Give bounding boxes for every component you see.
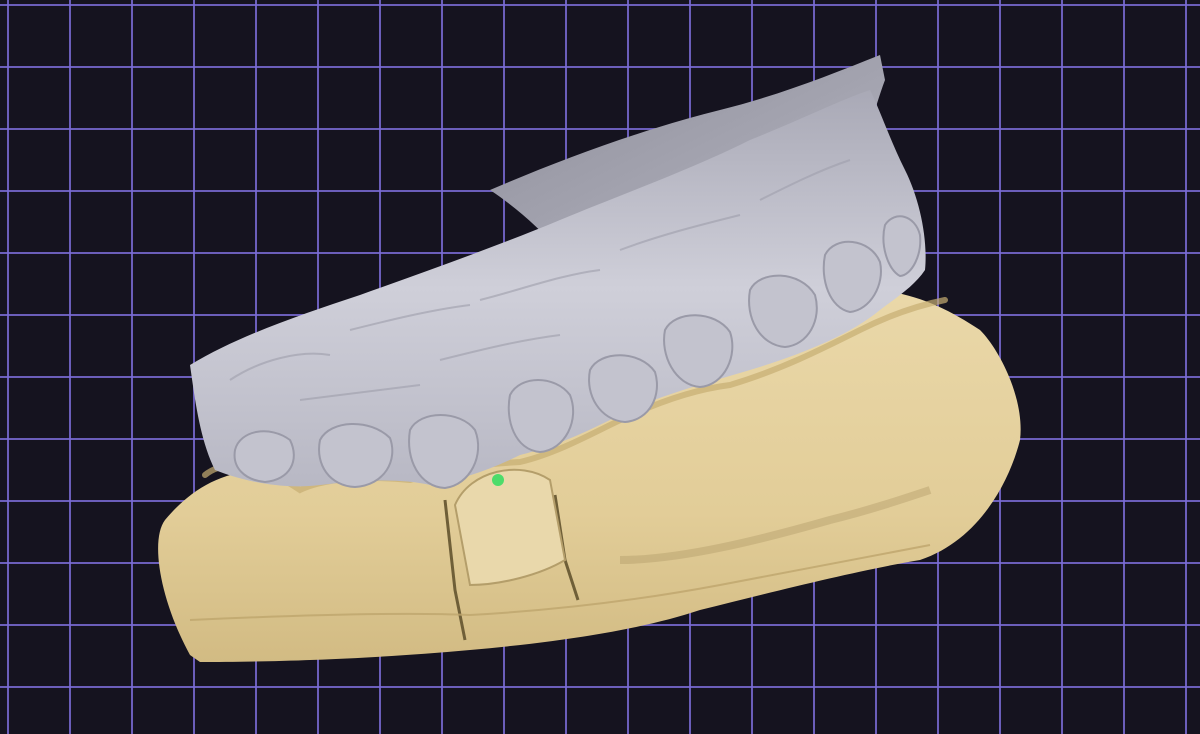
dental-scan-model[interactable] [0,0,1200,734]
prepared-die [453,468,567,587]
selection-marker-dot[interactable] [492,474,504,486]
3d-viewport[interactable] [0,0,1200,734]
